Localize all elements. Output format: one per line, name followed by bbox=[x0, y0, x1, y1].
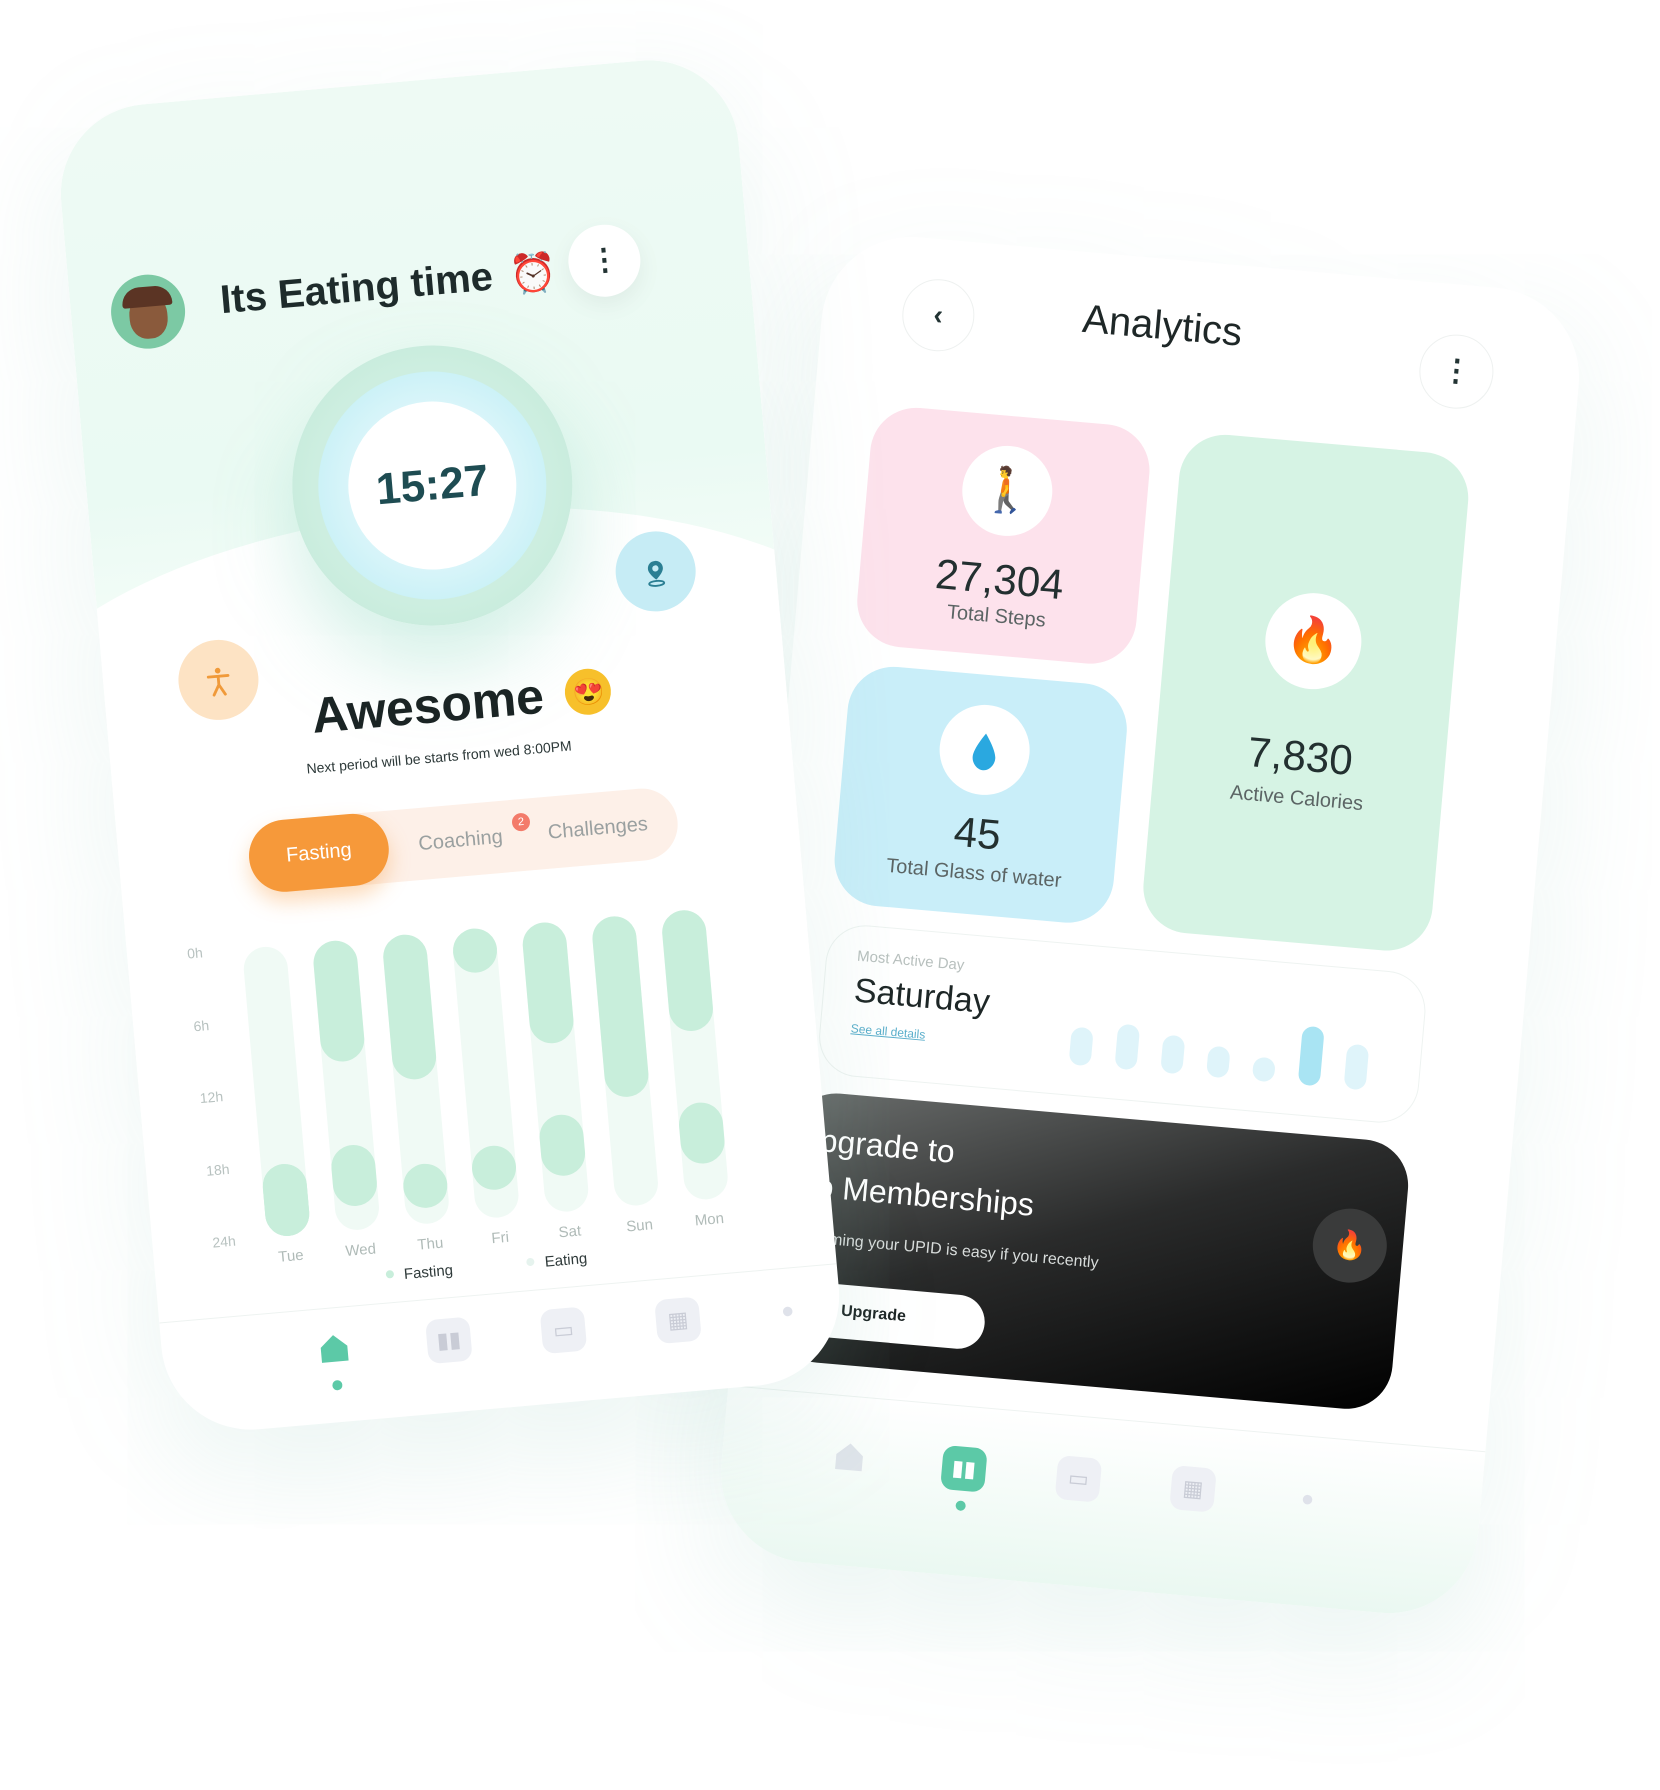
y-tick-label: 24h bbox=[211, 1232, 237, 1251]
nav-stats-icon[interactable]: ▮▮ bbox=[940, 1445, 988, 1493]
active-day-bar bbox=[1343, 1043, 1370, 1091]
bar-fasting bbox=[590, 914, 651, 1099]
active-day-bar bbox=[1068, 1026, 1094, 1067]
fire-icon: 🔥 bbox=[1309, 1205, 1390, 1286]
active-day-bar bbox=[1160, 1034, 1186, 1075]
fasting-screen: Its Eating time ⏰ ⋮ 15:27 Awesome 😍 Next… bbox=[53, 52, 847, 1438]
tab-challenges[interactable]: Challenges bbox=[545, 788, 651, 868]
nav-home-icon[interactable] bbox=[825, 1435, 873, 1483]
active-day-value: Saturday bbox=[852, 971, 992, 1022]
most-active-day-card[interactable]: Most Active Day Saturday See all details bbox=[815, 922, 1429, 1126]
x-tick-label: Sat bbox=[557, 1222, 582, 1242]
legend-eating-swatch bbox=[526, 1257, 536, 1267]
active-day-bar bbox=[1251, 1056, 1276, 1083]
nav-active-indicator bbox=[331, 1379, 343, 1391]
bottom-navigation: ▮▮ ▭ ▦ ● bbox=[713, 1384, 1486, 1621]
upgrade-title-line2: o Memberships bbox=[814, 1167, 1036, 1223]
nav-card-icon[interactable]: ▭ bbox=[539, 1306, 588, 1355]
nav-calendar-icon[interactable]: ▦ bbox=[1169, 1465, 1217, 1513]
chevron-left-icon: ‹ bbox=[932, 298, 945, 331]
walking-icon: 🚶 bbox=[958, 442, 1057, 540]
upgrade-title-line1: pgrade to bbox=[818, 1122, 957, 1170]
page-title: Analytics bbox=[1080, 296, 1244, 355]
x-tick-label: Fri bbox=[490, 1228, 510, 1248]
nav-profile-icon[interactable]: ● bbox=[764, 1287, 812, 1335]
bar-fasting bbox=[660, 908, 715, 1033]
y-tick-label: 6h bbox=[192, 1016, 210, 1034]
tab-fasting[interactable]: Fasting bbox=[246, 810, 392, 895]
legend-fasting-swatch bbox=[385, 1269, 395, 1279]
active-day-bar bbox=[1114, 1023, 1141, 1071]
x-tick-label: Thu bbox=[416, 1234, 445, 1254]
timer-ring-inner: 15:27 bbox=[308, 362, 556, 610]
y-tick-label: 0h bbox=[186, 944, 204, 962]
calories-card[interactable]: 🔥 7,830 Active Calories bbox=[1139, 431, 1473, 955]
nav-card-icon[interactable]: ▭ bbox=[1054, 1455, 1103, 1503]
y-tick-label: 12h bbox=[199, 1088, 224, 1107]
nav-calendar-icon[interactable]: ▦ bbox=[654, 1296, 702, 1345]
fasting-chart: 0h 6h 12h 18h 24h Tue Wed Thu Fri Sat Sun Mon bbox=[186, 897, 757, 1323]
nav-home-icon[interactable] bbox=[310, 1327, 358, 1375]
timer-value: 15:27 bbox=[341, 394, 524, 577]
more-vertical-icon: ⋮ bbox=[1440, 353, 1473, 389]
steps-card[interactable]: 🚶 27,304 Total Steps bbox=[853, 403, 1154, 668]
bar-eating bbox=[329, 1143, 379, 1208]
upgrade-description: eeming your UPID is easy if you recently bbox=[810, 1229, 1100, 1272]
x-tick-label: Sun bbox=[625, 1216, 654, 1236]
bar-fasting bbox=[311, 938, 367, 1064]
y-tick-label: 18h bbox=[205, 1160, 231, 1179]
x-tick-label: Mon bbox=[694, 1209, 725, 1230]
fire-icon: 🔥 bbox=[1261, 589, 1366, 694]
alarm-clock-icon: ⏰ bbox=[508, 250, 559, 297]
nav-profile-icon[interactable]: ● bbox=[1284, 1475, 1332, 1523]
back-button[interactable]: ‹ bbox=[899, 276, 978, 355]
tab-coaching[interactable]: Coaching bbox=[415, 801, 505, 880]
analytics-screen: ‹ Analytics ⋮ 🚶 27,304 Total Steps 45 To… bbox=[713, 229, 1587, 1621]
more-menu-button[interactable]: ⋮ bbox=[1416, 331, 1497, 412]
x-tick-label: Wed bbox=[344, 1240, 377, 1261]
water-card[interactable]: 45 Total Glass of water bbox=[830, 663, 1131, 927]
upgrade-banner: pgrade to o Memberships eeming your UPID… bbox=[770, 1089, 1412, 1413]
bar-fasting bbox=[520, 920, 576, 1045]
nav-active-indicator bbox=[955, 1500, 967, 1512]
see-all-details-link[interactable]: See all details bbox=[850, 1021, 926, 1041]
more-vertical-icon: ⋮ bbox=[587, 242, 621, 278]
heart-eyes-emoji-icon: 😍 bbox=[563, 666, 614, 717]
coaching-badge: 2 bbox=[511, 812, 531, 832]
x-tick-label: Tue bbox=[277, 1246, 305, 1266]
droplet-icon bbox=[935, 701, 1034, 799]
nav-stats-icon[interactable]: ▮▮ bbox=[425, 1316, 473, 1365]
active-day-label: Most Active Day bbox=[856, 947, 966, 974]
active-day-bar bbox=[1206, 1045, 1231, 1079]
active-day-bar bbox=[1297, 1025, 1325, 1087]
bar-fasting bbox=[381, 932, 438, 1082]
